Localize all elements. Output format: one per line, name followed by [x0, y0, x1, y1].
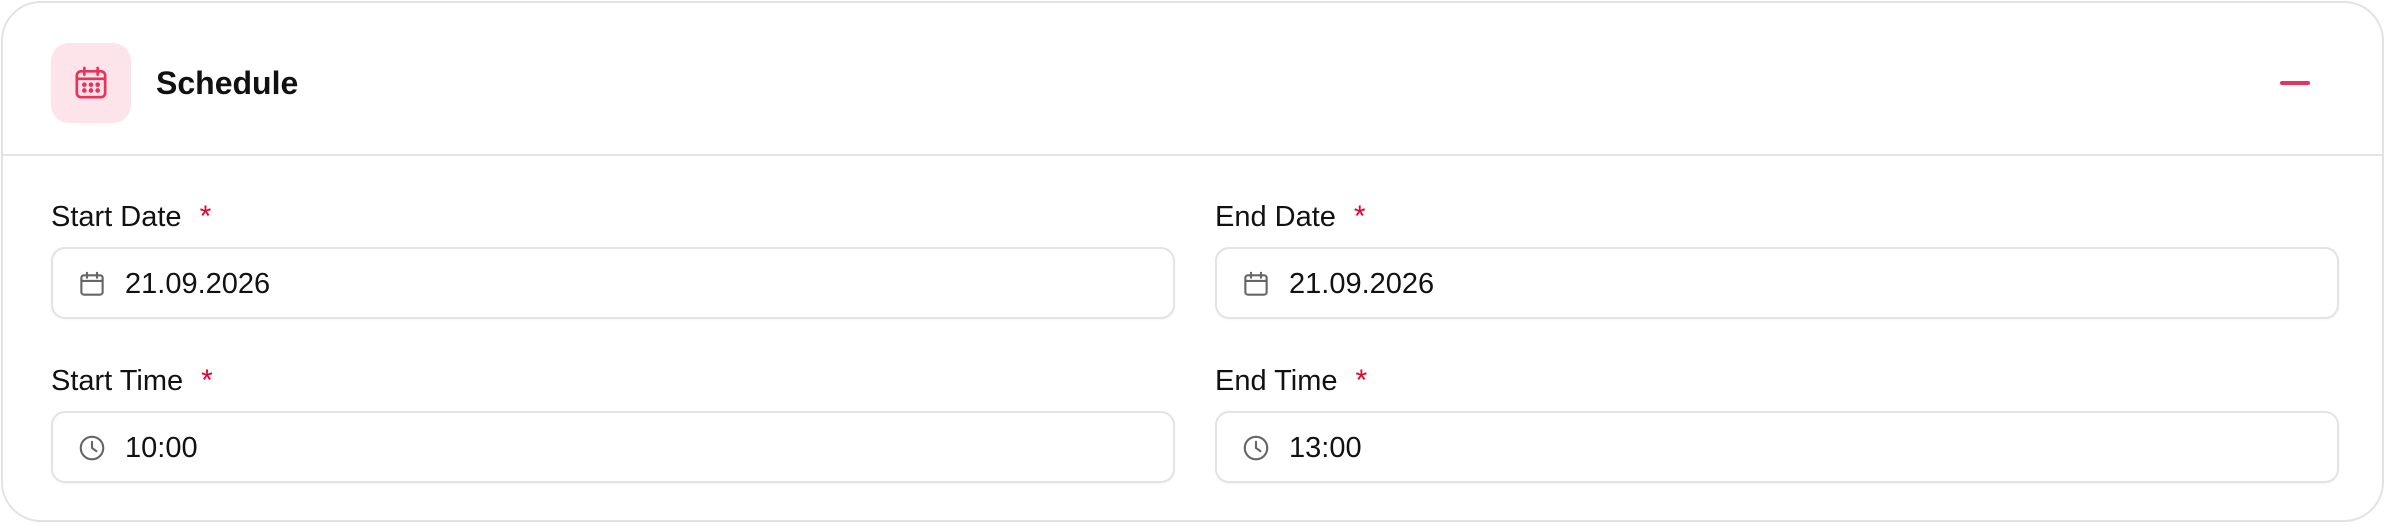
start-date-value: 21.09.2026	[125, 268, 271, 300]
schedule-header[interactable]: Schedule	[3, 3, 2382, 156]
end-time-input[interactable]: 13:00	[1215, 411, 2339, 483]
calendar-icon	[1244, 271, 1268, 296]
end-time-label: End Time	[1215, 365, 1338, 397]
schedule-card: Schedule Start Date * 21.09.2026 End Date…	[1, 1, 2384, 522]
start-time-input[interactable]: 10:00	[51, 411, 1175, 483]
end-date-value: 21.09.2026	[1289, 268, 1435, 300]
calendar-icon	[51, 43, 131, 123]
end-date-label: End Date	[1215, 201, 1336, 233]
start-date-input[interactable]: 21.09.2026	[51, 247, 1175, 319]
section-title: Schedule	[156, 65, 299, 101]
start-time-label: Start Time	[51, 365, 184, 397]
required-marker: *	[1353, 200, 1366, 233]
required-marker: *	[201, 364, 213, 397]
start-time-value: 10:00	[125, 432, 198, 464]
required-marker: *	[1355, 364, 1368, 397]
required-marker: *	[199, 200, 212, 233]
end-time-value: 13:00	[1289, 432, 1362, 464]
calendar-icon	[80, 271, 104, 296]
clock-icon	[79, 435, 105, 461]
collapse-button[interactable]	[2273, 63, 2317, 103]
minus-icon	[2280, 81, 2310, 85]
clock-icon	[1243, 435, 1269, 461]
start-date-label: Start Date	[51, 201, 182, 233]
end-date-input[interactable]: 21.09.2026	[1215, 247, 2339, 319]
